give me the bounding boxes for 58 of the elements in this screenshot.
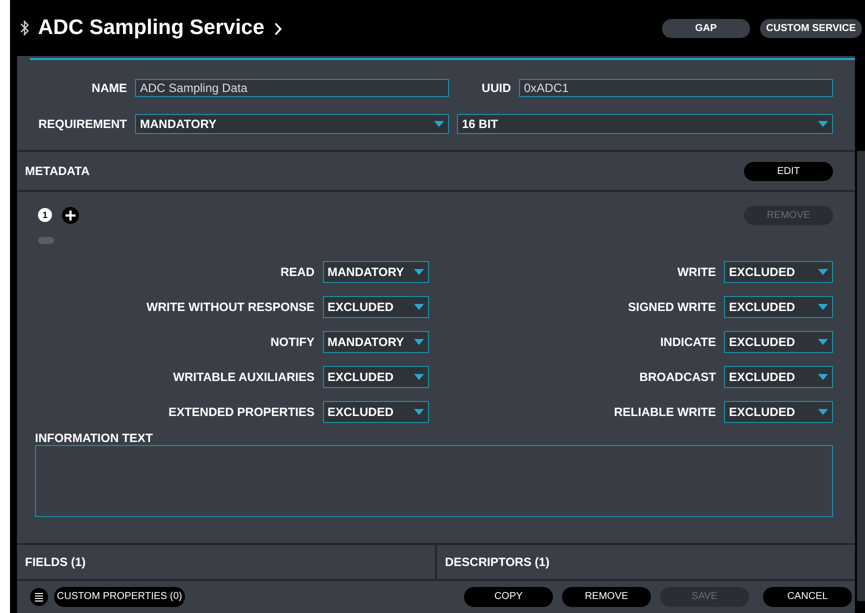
dropdown-arrow-icon: [818, 409, 828, 416]
dropdown-arrow-icon: [414, 339, 424, 346]
dropdown[interactable]: EXCLUDED: [724, 261, 833, 284]
dropdown-arrow-icon: [414, 269, 424, 276]
header-button[interactable]: GAP: [662, 18, 750, 38]
property-label: READ: [279, 265, 314, 280]
dropdown-arrow-icon: [414, 409, 424, 416]
bluetooth-icon: [20, 20, 29, 36]
dropdown[interactable]: 16 BIT: [457, 114, 833, 134]
dropdown[interactable]: MANDATORY: [135, 114, 449, 134]
property-label: NOTIFY: [270, 335, 314, 350]
dropdown[interactable]: EXCLUDED: [724, 401, 833, 424]
dropdown[interactable]: EXCLUDED: [724, 331, 833, 354]
property-label: WRITABLE AUXILIARIES: [172, 370, 314, 384]
header-button[interactable]: CUSTOM SERVICE: [760, 18, 862, 38]
field-label: UUID: [480, 80, 511, 95]
footer-button[interactable]: COPY: [464, 586, 553, 607]
dropdown-arrow-icon: [818, 120, 828, 127]
footer-button[interactable]: REMOVE: [562, 586, 651, 607]
index-badge[interactable]: 1: [38, 208, 52, 222]
property-label: WRITE: [676, 265, 716, 280]
section-header[interactable]: FIELDS (1): [17, 545, 437, 579]
dropdown-arrow-icon: [414, 304, 424, 310]
dropdown-arrow-icon: [434, 120, 444, 127]
dropdown[interactable]: EXCLUDED: [322, 366, 428, 388]
property-label: INDICATE: [659, 335, 716, 350]
field-label: REQUIREMENT: [37, 116, 127, 131]
dropdown[interactable]: EXCLUDED: [724, 296, 833, 318]
property-label: WRITE WITHOUT RESPONSE: [146, 300, 314, 314]
dropdown-arrow-icon: [818, 304, 828, 310]
dropdown[interactable]: MANDATORY: [322, 331, 428, 354]
add-icon[interactable]: [62, 206, 79, 224]
section-title: METADATA: [25, 164, 90, 178]
edit-button[interactable]: EDIT: [744, 162, 833, 181]
property-label: EXTENDED PROPERTIES: [167, 405, 314, 420]
field-label: INFORMATION TEXT: [35, 431, 153, 446]
dropdown-arrow-icon: [818, 374, 828, 380]
property-label: BROADCAST: [638, 370, 716, 384]
property-label: RELIABLE WRITE: [613, 405, 716, 420]
slider-handle[interactable]: [38, 237, 54, 244]
custom-properties-button[interactable]: CUSTOM PROPERTIES (0): [54, 586, 185, 607]
chevron-right-icon: [274, 22, 282, 36]
dropdown[interactable]: EXCLUDED: [322, 401, 428, 424]
field-label: NAME: [90, 80, 127, 95]
dropdown-arrow-icon: [818, 339, 828, 346]
uuid-field[interactable]: 0xADC1: [519, 78, 833, 97]
section-header[interactable]: DESCRIPTORS (1): [437, 545, 550, 579]
name-field[interactable]: ADC Sampling Data: [135, 78, 449, 97]
menu-icon[interactable]: [30, 588, 48, 606]
dropdown[interactable]: EXCLUDED: [724, 366, 833, 388]
information-text-field[interactable]: [35, 445, 833, 518]
dropdown-arrow-icon: [818, 269, 828, 276]
footer-button[interactable]: CANCEL: [763, 586, 852, 607]
dropdown-arrow-icon: [414, 374, 424, 380]
dropdown[interactable]: MANDATORY: [322, 261, 428, 284]
page-title: ADC Sampling Service: [38, 16, 264, 40]
property-label: SIGNED WRITE: [626, 300, 716, 314]
dropdown[interactable]: EXCLUDED: [322, 296, 428, 318]
